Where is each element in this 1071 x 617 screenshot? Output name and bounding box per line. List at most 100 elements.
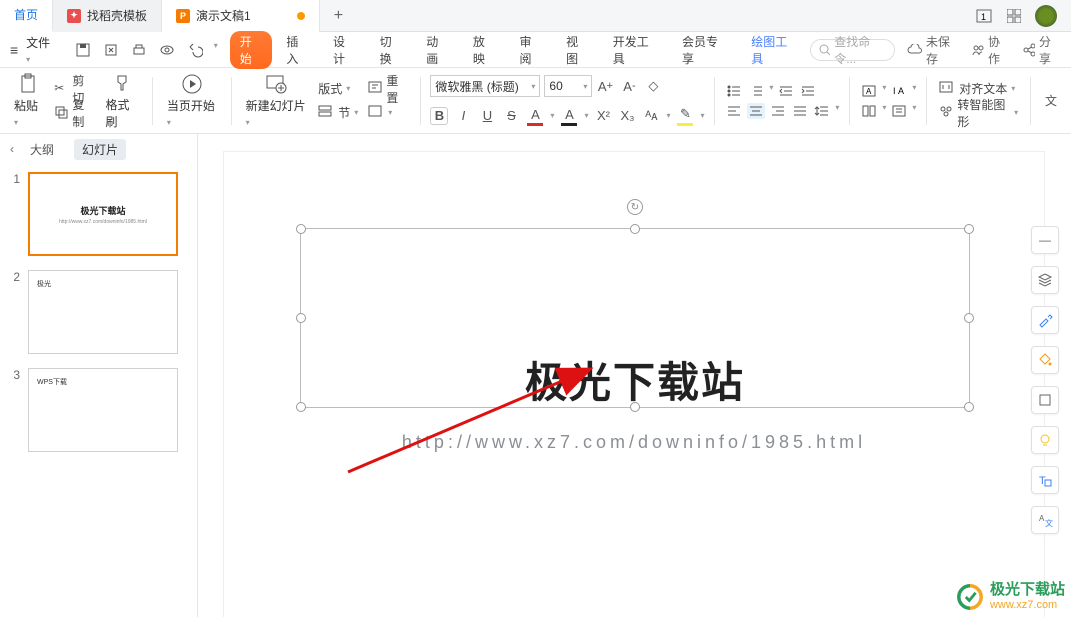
line-spacing-button[interactable] [813,103,831,119]
slide-panel: ‹‹ 大纲 幻灯片 1 极光下载站 http://www.xz7.com/dow… [0,134,198,617]
slide-thumbnail-3[interactable]: WPS下载 [28,368,178,452]
font-size-select[interactable]: 60▾ [544,75,592,97]
format-painter-button[interactable]: 格式刷 [101,72,141,130]
file-menu[interactable]: 文件 ▾ [22,34,60,65]
convert-smart-button[interactable]: 转智能图形 ▾ [937,103,1020,123]
textbox-tool-button[interactable]: T [1031,466,1059,494]
align-center-button[interactable] [747,103,765,119]
menu-animation[interactable]: 动画 [416,33,459,67]
app-grid-icon[interactable] [1005,7,1023,25]
outline-tab[interactable]: 大纲 [22,139,62,160]
columns-button[interactable] [860,103,878,119]
strike-button[interactable]: S [502,107,520,125]
fill-button[interactable] [1031,346,1059,374]
user-avatar[interactable] [1035,5,1057,27]
title-textbox[interactable]: ↻ 极光下载站 [300,228,970,408]
cloud-unsaved[interactable]: 未保存 [907,33,959,67]
qat-dropdown-icon[interactable]: ▾ [214,41,218,59]
layers-button[interactable] [1031,266,1059,294]
menu-member[interactable]: 会员专享 [672,33,737,67]
collapse-float-button[interactable]: — [1031,226,1059,254]
idea-button[interactable] [1031,426,1059,454]
paste-button[interactable]: 粘贴 ▾ [10,73,46,128]
layout-button[interactable]: 版式 ▾ [316,79,360,99]
slide-subtitle[interactable]: http://www.xz7.com/downinfo/1985.html [224,432,1044,453]
translate-button[interactable]: A文 [1031,506,1059,534]
people-icon [971,43,984,57]
print-icon[interactable] [130,41,148,59]
align-right-button[interactable] [769,103,787,119]
slide-thumbnail-2[interactable]: 极光 [28,270,178,354]
presentation-icon: P [176,9,190,23]
tab-templates[interactable]: ✦ 找稻壳模板 [53,0,162,32]
resize-handle-w[interactable] [296,313,306,323]
preview-icon[interactable] [158,41,176,59]
decrease-indent-button[interactable] [777,83,795,99]
section-button[interactable]: 节 ▾ [316,103,360,123]
export-icon[interactable] [102,41,120,59]
slide[interactable]: ↻ 极光下载站 http://www.xz7.com/downinfo/1985… [224,152,1044,617]
reading-layout-icon[interactable]: 1 [975,7,993,25]
slide-thumbnail-1[interactable]: 极光下载站 http://www.xz7.com/downinfo/1985.h… [28,172,178,256]
text-highlight-button[interactable]: ✎ [676,105,694,126]
menu-transition[interactable]: 切换 [370,33,413,67]
subscript-button[interactable]: X₃ [618,107,636,125]
textbox-button[interactable]: A [860,83,878,99]
menu-design[interactable]: 设计 [323,33,366,67]
highlight-button[interactable]: A [560,105,578,126]
resize-handle-n[interactable] [630,224,640,234]
change-case-button[interactable]: ᴬᴀ [642,107,660,125]
increase-indent-button[interactable] [799,83,817,99]
italic-button[interactable]: I [454,107,472,125]
slide-props-button[interactable]: ▾ [366,103,409,123]
menu-dev[interactable]: 开发工具 [603,33,668,67]
align-left-button[interactable] [725,103,743,119]
new-tab-button[interactable]: + [320,7,357,25]
clear-format-icon[interactable]: ◇ [644,77,662,95]
new-slide-button[interactable]: 新建幻灯片 ▾ [242,73,311,128]
tab-document[interactable]: P 演示文稿1 [162,0,320,32]
text-direction-button[interactable]: IA [890,83,908,99]
superscript-button[interactable]: X² [594,107,612,125]
vertical-align-button[interactable] [890,103,908,119]
resize-handle-e[interactable] [964,313,974,323]
menu-insert[interactable]: 插入 [276,33,319,67]
tab-home[interactable]: 首页 [0,0,53,32]
copy-button[interactable]: 复制 [52,103,95,123]
command-search[interactable]: 查找命令... [810,39,895,61]
menu-view[interactable]: 视图 [556,33,599,67]
menu-review[interactable]: 审阅 [509,33,552,67]
share-button[interactable]: 分享 [1022,33,1061,67]
ribbon-overflow[interactable]: 文 [1041,92,1061,109]
unsaved-indicator-icon [297,12,305,20]
underline-button[interactable]: U [478,107,496,125]
reset-button[interactable]: 重置 [366,79,409,99]
resize-handle-nw[interactable] [296,224,306,234]
align-justify-button[interactable] [791,103,809,119]
menu-slideshow[interactable]: 放映 [463,33,506,67]
font-color-button[interactable]: A [526,105,544,126]
font-family-select[interactable]: 微软雅黑 (标题)▾ [430,75,540,97]
menu-draw-tools[interactable]: 绘图工具 [741,33,806,67]
slide-title[interactable]: 极光下载站 [301,349,969,410]
bullets-button[interactable] [725,83,743,99]
slides-tab[interactable]: 幻灯片 [74,139,126,160]
menu-start[interactable]: 开始 [230,31,273,69]
watermark: 极光下载站 www.xz7.com [956,582,1065,611]
bold-button[interactable]: B [430,107,448,125]
numbering-button[interactable] [747,83,765,99]
brush-icon [111,72,133,94]
slide-canvas[interactable]: ↻ 极光下载站 http://www.xz7.com/downinfo/1985… [198,134,1071,617]
hamburger-icon[interactable]: ≡ [10,42,18,58]
resize-handle-ne[interactable] [964,224,974,234]
from-current-slide-button[interactable]: 当页开始 ▾ [163,73,221,128]
increase-font-icon[interactable]: A+ [596,77,614,95]
collab-button[interactable]: 协作 [971,33,1010,67]
crop-button[interactable] [1031,386,1059,414]
svg-text:A: A [898,86,904,96]
save-icon[interactable] [74,41,92,59]
undo-icon[interactable] [186,41,204,59]
eyedropper-button[interactable] [1031,306,1059,334]
decrease-font-icon[interactable]: A- [620,77,638,95]
rotate-handle[interactable]: ↻ [627,199,643,215]
